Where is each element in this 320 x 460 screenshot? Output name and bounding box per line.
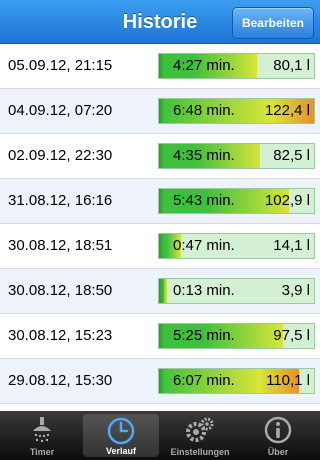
entry-date: 04.09.12, 07:20 <box>8 102 113 119</box>
usage-bar-edge <box>159 369 164 393</box>
tab-label: Verlauf <box>105 446 136 456</box>
entry-duration: 4:27 min. <box>173 57 235 74</box>
entry-duration: 0:47 min. <box>173 237 235 254</box>
tab-label: Über <box>267 447 289 457</box>
usage-bar: 5:43 min. 102,9 l <box>158 188 315 214</box>
entry-duration: 6:07 min. <box>173 372 235 389</box>
entry-date: 29.08.12, 15:30 <box>8 372 113 389</box>
usage-bar-edge <box>159 54 164 78</box>
entry-duration: 5:25 min. <box>173 327 235 344</box>
usage-bar: 6:07 min. 110,1 l <box>158 368 315 394</box>
history-list[interactable]: 05.09.12, 21:15 4:27 min. 80,1 l 04.09.12, … <box>0 44 320 411</box>
edit-button[interactable]: Bearbeiten <box>231 7 314 39</box>
tab-timer[interactable]: Timer <box>4 411 80 460</box>
info-icon <box>264 416 292 444</box>
entry-duration: 5:43 min. <box>173 192 235 209</box>
usage-bar-edge <box>159 99 164 123</box>
usage-bar-edge <box>159 279 164 303</box>
usage-bar-edge <box>159 144 164 168</box>
list-item[interactable] <box>0 404 320 411</box>
entry-volume: 110,1 l <box>266 372 310 389</box>
entry-volume: 3,9 l <box>281 282 310 299</box>
usage-bar: 6:48 min. 122,4 l <box>158 98 315 124</box>
list-item[interactable]: 31.08.12, 16:16 5:43 min. 102,9 l <box>0 179 320 224</box>
usage-bar: 5:25 min. 97,5 l <box>158 323 315 349</box>
entry-duration: 4:35 min. <box>173 147 235 164</box>
usage-bar-edge <box>159 189 164 213</box>
clock-icon <box>107 417 135 445</box>
list-item[interactable]: 29.08.12, 15:30 6:07 min. 110,1 l <box>0 359 320 404</box>
usage-bar-edge <box>159 234 164 258</box>
entry-date: 30.08.12, 18:51 <box>8 237 113 254</box>
tab-einstellungen[interactable]: Einstellungen <box>162 411 238 460</box>
entry-date: 30.08.12, 18:50 <box>8 282 113 299</box>
entry-volume: 102,9 l <box>264 192 310 209</box>
tab-verlauf[interactable]: Verlauf <box>83 414 159 457</box>
entry-date: 02.09.12, 22:30 <box>8 147 113 164</box>
entry-volume: 122,4 l <box>264 102 310 119</box>
entry-duration: 0:13 min. <box>173 282 235 299</box>
usage-bar: 0:47 min. 14,1 l <box>158 233 315 259</box>
entry-volume: 80,1 l <box>273 57 310 74</box>
entry-volume: 82,5 l <box>273 147 310 164</box>
entry-date: 31.08.12, 16:16 <box>8 192 113 209</box>
list-item[interactable]: 30.08.12, 18:50 0:13 min. 3,9 l <box>0 269 320 314</box>
entry-volume: 14,1 l <box>273 237 310 254</box>
entry-date: 30.08.12, 15:23 <box>8 327 113 344</box>
list-item[interactable]: 04.09.12, 07:20 6:48 min. 122,4 l <box>0 89 320 134</box>
tab-label: Einstellungen <box>170 447 230 457</box>
list-item[interactable]: 02.09.12, 22:30 4:35 min. 82,5 l <box>0 134 320 179</box>
entry-duration: 6:48 min. <box>173 102 235 119</box>
usage-bar: 4:27 min. 80,1 l <box>158 53 315 79</box>
entry-date: 05.09.12, 21:15 <box>8 57 113 74</box>
shower-icon <box>33 417 51 443</box>
list-item[interactable]: 05.09.12, 21:15 4:27 min. 80,1 l <box>0 44 320 89</box>
usage-bar: 0:13 min. 3,9 l <box>158 278 315 304</box>
list-item[interactable]: 30.08.12, 18:51 0:47 min. 14,1 l <box>0 224 320 269</box>
list-item[interactable]: 30.08.12, 15:23 5:25 min. 97,5 l <box>0 314 320 359</box>
entry-volume: 97,5 l <box>273 327 310 344</box>
tab-label: Timer <box>29 447 55 457</box>
usage-bar: 4:35 min. 82,5 l <box>158 143 315 169</box>
gears-icon <box>186 417 214 442</box>
tab-ueber[interactable]: Über <box>240 411 316 460</box>
navigation-bar: Historie Bearbeiten <box>0 0 320 44</box>
tab-bar: Timer Verlauf Einstellungen Über <box>0 411 320 460</box>
usage-bar-edge <box>159 324 164 348</box>
